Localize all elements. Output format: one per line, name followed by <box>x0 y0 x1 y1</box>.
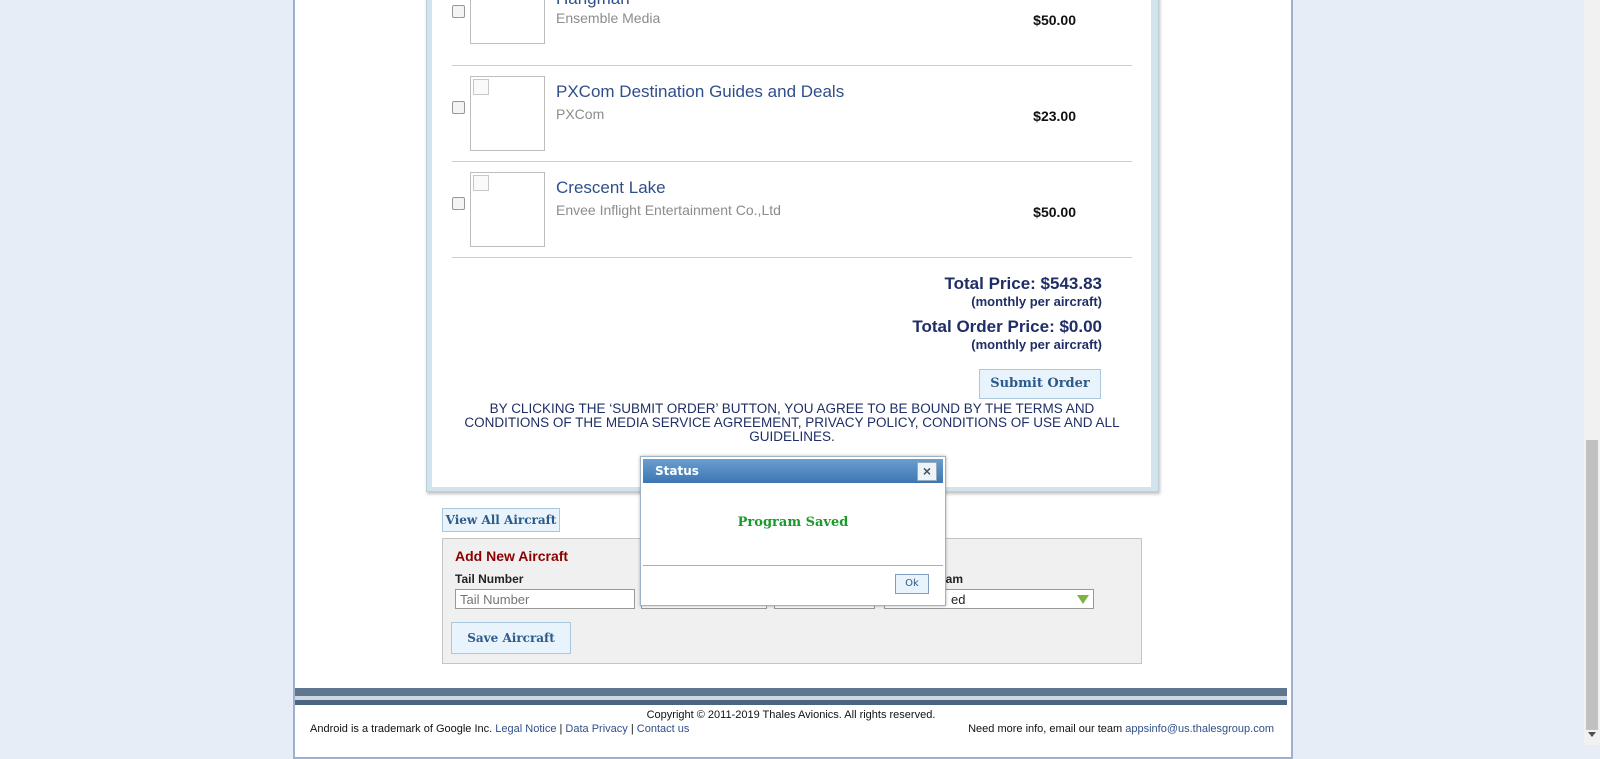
product-checkbox[interactable] <box>452 5 465 18</box>
footer-divider <box>295 688 1287 696</box>
product-thumbnail <box>470 172 545 247</box>
dialog-divider <box>643 565 943 566</box>
product-price: $50.00 <box>1033 12 1076 28</box>
status-message: Program Saved <box>737 515 849 530</box>
data-privacy-link[interactable]: Data Privacy <box>565 723 627 735</box>
terms-notice: BY CLICKING THE ‘SUBMIT ORDER’ BUTTON, Y… <box>464 401 1120 444</box>
dialog-title: Status <box>655 464 699 478</box>
link-separator: | <box>630 723 634 735</box>
legal-notice-link[interactable]: Legal Notice <box>495 723 556 735</box>
broken-image-icon <box>473 175 489 191</box>
product-thumbnail <box>470 0 545 44</box>
product-title[interactable]: Hangman <box>556 0 630 9</box>
status-dialog: Status × Program Saved Ok <box>640 456 946 606</box>
contact-us-link[interactable]: Contact us <box>637 723 690 735</box>
product-row: Crescent Lake Envee Inflight Entertainme… <box>452 161 1132 258</box>
product-price: $50.00 <box>1033 204 1076 220</box>
product-thumbnail <box>470 76 545 151</box>
dropdown-arrow-icon <box>1077 595 1089 604</box>
close-icon[interactable]: × <box>917 462 937 481</box>
ok-button[interactable]: Ok <box>895 574 929 594</box>
footer-left: Android is a trademark of Google Inc. Le… <box>310 723 689 735</box>
product-title[interactable]: Crescent Lake <box>556 178 666 198</box>
total-price: Total Price: $543.83 <box>944 274 1103 293</box>
scroll-down-icon[interactable] <box>1588 732 1596 737</box>
add-aircraft-heading: Add New Aircraft <box>455 548 569 564</box>
dialog-title-bar[interactable]: Status × <box>643 459 943 483</box>
product-checkbox[interactable] <box>452 197 465 210</box>
product-vendor: PXCom <box>556 106 605 122</box>
product-vendor: Ensemble Media <box>556 10 661 26</box>
link-separator: | <box>559 723 563 735</box>
tail-number-input[interactable] <box>455 589 635 609</box>
trademark-text: Android is a trademark of Google Inc. <box>310 723 493 735</box>
total-order-note: (monthly per aircraft) <box>971 337 1102 352</box>
submit-order-button[interactable]: Submit Order <box>979 369 1101 399</box>
footer-right: Need more info, email our team appsinfo@… <box>968 723 1274 735</box>
footer-divider <box>295 700 1287 705</box>
product-price: $23.00 <box>1033 108 1076 124</box>
view-all-aircraft-button[interactable]: View All Aircraft <box>442 508 560 532</box>
product-checkbox[interactable] <box>452 101 465 114</box>
scrollbar-thumb[interactable] <box>1586 440 1598 730</box>
tail-number-label: Tail Number <box>455 572 524 586</box>
save-aircraft-button[interactable]: Save Aircraft <box>451 622 571 654</box>
total-price-block: Total Price: $543.83 (monthly per aircra… <box>945 274 1103 309</box>
product-row: Hangman Ensemble Media $50.00 <box>452 0 1132 66</box>
product-vendor: Envee Inflight Entertainment Co.,Ltd <box>556 202 781 218</box>
program-select-value: ed <box>951 592 966 607</box>
total-price-note: (monthly per aircraft) <box>971 294 1102 309</box>
product-row: PXCom Destination Guides and Deals PXCom… <box>452 65 1132 162</box>
total-order-price: Total Order Price: $0.00 <box>912 317 1102 336</box>
broken-image-icon <box>473 79 489 95</box>
email-link[interactable]: appsinfo@us.thalesgroup.com <box>1125 723 1274 735</box>
total-order-block: Total Order Price: $0.00 (monthly per ai… <box>912 317 1102 352</box>
info-text: Need more info, email our team <box>968 723 1123 735</box>
product-title[interactable]: PXCom Destination Guides and Deals <box>556 82 844 102</box>
copyright-text: Copyright © 2011-2019 Thales Avionics. A… <box>646 709 936 721</box>
